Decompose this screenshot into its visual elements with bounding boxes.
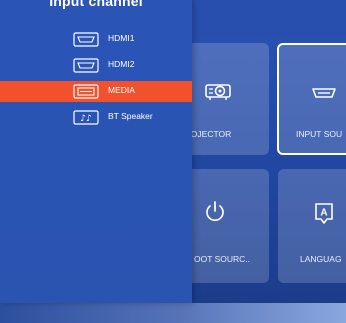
- channel-label: HDMI1: [108, 33, 135, 43]
- music-notes-icon: ♪♪: [73, 110, 99, 125]
- tile-label: OOT SOURC..: [194, 254, 251, 264]
- channel-item-bt-speaker[interactable]: ♪♪ BT Speaker: [0, 107, 192, 128]
- hdmi-port-icon: [73, 58, 99, 73]
- tile-label: INPUT SOU: [296, 129, 343, 139]
- media-icon: [73, 84, 99, 99]
- panel-title: Input channel: [49, 0, 143, 9]
- power-icon: [206, 201, 224, 222]
- bottom-strip: [0, 303, 346, 323]
- hdmi-port-icon: [73, 32, 99, 47]
- svg-text:♪♪: ♪♪: [80, 114, 92, 124]
- svg-text:A: A: [320, 208, 327, 219]
- channel-label: BT Speaker: [108, 111, 153, 121]
- channel-label: HDMI2: [108, 59, 135, 69]
- input-source-icon: [312, 88, 336, 98]
- channel-item-hdmi1[interactable]: HDMI1: [0, 29, 192, 50]
- tile-input-source[interactable]: INPUT SOU: [277, 43, 346, 155]
- projector-icon: [205, 84, 231, 100]
- input-channel-panel: Input channel HDMI1 HDMI2 MEDIA ♪♪ BT Sp…: [0, 0, 192, 303]
- tile-language[interactable]: A LANGUAG: [278, 169, 346, 283]
- tile-label: LANGUAG: [300, 254, 342, 264]
- channel-item-media[interactable]: MEDIA: [0, 81, 192, 102]
- channel-item-hdmi2[interactable]: HDMI2: [0, 55, 192, 76]
- language-icon: A: [315, 203, 333, 224]
- channel-label: MEDIA: [108, 85, 135, 95]
